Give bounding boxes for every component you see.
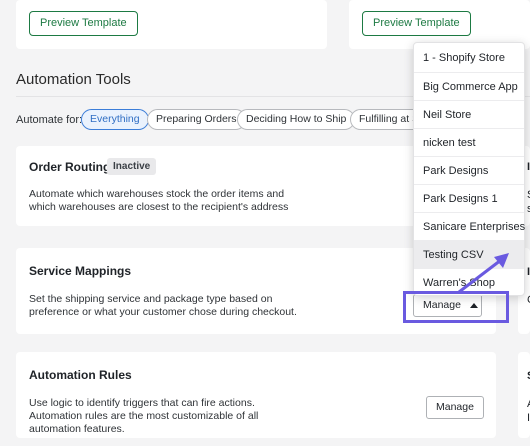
- dropdown-item-store[interactable]: Sanicare Enterprises: [414, 212, 525, 240]
- dropdown-item-store[interactable]: Park Designs 1: [414, 184, 524, 212]
- dropdown-item-store[interactable]: Park Designs: [414, 156, 524, 184]
- preview-template-button[interactable]: Preview Template: [29, 11, 138, 36]
- filter-label: Automate for:: [16, 114, 83, 126]
- order-routing-description: Automate which warehouses stock the orde…: [29, 188, 289, 213]
- automation-rules-card: Automation Rules Use logic to identify t…: [16, 352, 496, 438]
- dropdown-item-store[interactable]: Testing CSV: [414, 240, 524, 268]
- dropdown-item-store[interactable]: Neil Store: [414, 100, 524, 128]
- filter-chip-preparing-orders[interactable]: Preparing Orders: [147, 109, 246, 130]
- filter-chip-deciding-how-to-ship[interactable]: Deciding How to Ship: [237, 109, 356, 130]
- service-mappings-description: Set the shipping service and package typ…: [29, 293, 297, 318]
- preview-template-button[interactable]: Preview Template: [362, 11, 471, 36]
- dropdown-item-store[interactable]: nicken test: [414, 128, 524, 156]
- order-routing-title: Order Routing: [29, 160, 111, 174]
- partial-card-right-3: [518, 352, 530, 438]
- status-badge: Inactive: [107, 158, 157, 175]
- template-card-left: Preview Template: [16, 0, 327, 49]
- section-title: Automation Tools: [16, 71, 131, 88]
- filter-chip-everything[interactable]: Everything: [81, 109, 149, 130]
- dropdown-item-store[interactable]: Big Commerce App: [414, 72, 524, 100]
- service-mappings-title: Service Mappings: [29, 264, 132, 278]
- annotation-highlight-box: [403, 291, 509, 323]
- automation-rules-title: Automation Rules: [29, 368, 132, 382]
- dropdown-item-store[interactable]: 1 - Shopify Store: [414, 44, 524, 72]
- automation-rules-description: Use logic to identify triggers that can …: [29, 397, 259, 435]
- store-dropdown-menu: 1 - Shopify Store Big Commerce App Neil …: [413, 42, 525, 296]
- automation-rules-manage-button[interactable]: Manage: [426, 396, 484, 419]
